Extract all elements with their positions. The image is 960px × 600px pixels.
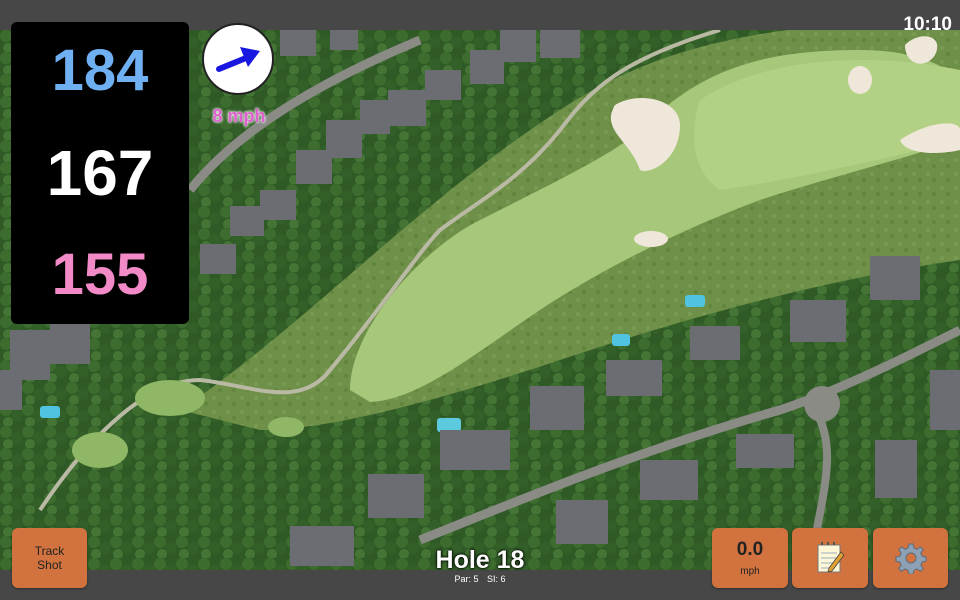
track-shot-label-line2: Shot — [37, 558, 62, 572]
wind-speed: 8 mph — [212, 106, 266, 126]
speed-button[interactable]: 0.0 mph — [712, 528, 788, 588]
notes-button[interactable] — [792, 528, 868, 588]
settings-button[interactable] — [873, 528, 948, 588]
hole-title: Hole 18 — [435, 546, 525, 574]
hole-par: Par: 5 — [454, 574, 479, 584]
front-distance: 155 — [51, 241, 149, 307]
track-shot-label-line1: Track — [34, 543, 65, 558]
hole-stroke-index: SI: 6 — [487, 574, 506, 584]
hole-info: Hole 18 Par: 5 SI: 6 — [380, 546, 580, 585]
hole-details: Par: 5 SI: 6 — [380, 574, 580, 584]
middle-distance: 167 — [46, 136, 154, 209]
back-distance: 184 — [51, 38, 149, 104]
wind-arrow-icon — [216, 47, 260, 72]
track-shot-button[interactable]: Track Shot — [12, 528, 87, 588]
speed-value: 0.0 — [736, 539, 764, 560]
wind-direction-indicator — [202, 23, 274, 95]
speed-unit: mph — [740, 566, 760, 577]
gear-icon — [894, 543, 927, 574]
distance-panel: 184 167 155 — [11, 22, 189, 324]
notepad-icon — [817, 542, 845, 573]
